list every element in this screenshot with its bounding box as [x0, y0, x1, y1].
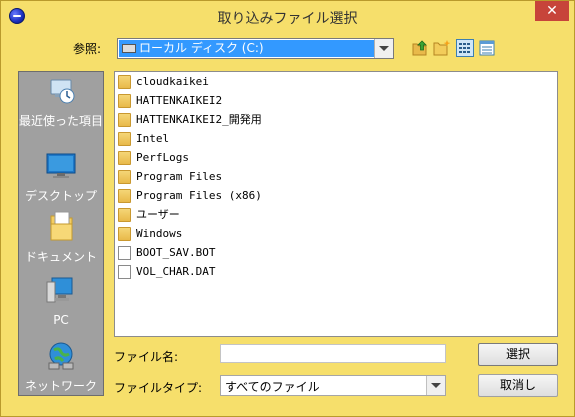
- file-name: Program Files (x86): [136, 189, 262, 202]
- place-pc[interactable]: PC: [19, 275, 103, 328]
- lookin-value: ローカル ディスク (C:): [139, 41, 264, 55]
- folder-icon: [118, 208, 131, 222]
- file-icon: [118, 265, 131, 279]
- network-icon: [19, 339, 103, 375]
- place-label: デスクトップ: [24, 189, 97, 203]
- place-recent[interactable]: 最近使った項目: [19, 76, 103, 129]
- place-documents[interactable]: ドキュメント: [19, 210, 103, 265]
- documents-icon: [19, 210, 103, 246]
- recent-places-icon: [19, 76, 103, 110]
- file-name: ユーザー: [136, 208, 180, 221]
- filetype-label: ファイルタイプ:: [114, 381, 203, 395]
- lookin-dropdown-arrow[interactable]: [374, 39, 393, 58]
- filename-label: ファイル名:: [114, 350, 179, 364]
- filetype-dropdown-arrow[interactable]: [426, 376, 445, 395]
- folder-icon: [118, 132, 131, 146]
- lookin-selected: ローカル ディスク (C:): [119, 40, 374, 57]
- file-name: Program Files: [136, 170, 223, 183]
- computer-icon: [19, 275, 103, 309]
- place-label: PC: [53, 313, 69, 327]
- filename-input[interactable]: [220, 344, 446, 363]
- folder-icon: [118, 113, 131, 127]
- file-name: BOOT_SAV.BOT: [136, 246, 216, 259]
- details-view-icon[interactable]: [478, 39, 496, 57]
- place-label: ネットワーク: [24, 379, 97, 393]
- file-dialog-window: 取り込みファイル選択 ✕ 参照: ローカル ディスク (C:) 最近使った項目 …: [0, 0, 575, 417]
- folder-icon: [118, 189, 131, 203]
- new-folder-icon[interactable]: [433, 39, 451, 57]
- places-bar: 最近使った項目 デスクトップ ドキュメント PC ネットワーク: [18, 71, 104, 396]
- up-folder-icon[interactable]: [411, 39, 429, 57]
- file-name: VOL_CHAR.DAT: [136, 265, 216, 278]
- folder-icon: [118, 170, 131, 184]
- folder-icon: [118, 227, 131, 241]
- file-name: Intel: [136, 132, 170, 145]
- lookin-label: 参照:: [73, 42, 102, 56]
- open-button[interactable]: 選択: [478, 343, 558, 366]
- file-list[interactable]: cloudkaikei HATTENKAIKEI2 HATTENKAIKEI2_…: [114, 71, 558, 337]
- title-bar[interactable]: 取り込みファイル選択 ✕: [1, 1, 574, 32]
- file-name: Windows: [136, 227, 183, 240]
- place-desktop[interactable]: デスクトップ: [19, 151, 103, 204]
- chevron-down-icon: [431, 383, 441, 388]
- close-icon: ✕: [546, 3, 558, 19]
- place-network[interactable]: ネットワーク: [19, 339, 103, 394]
- file-name: PerfLogs: [136, 151, 189, 164]
- folder-icon: [118, 151, 131, 165]
- close-button[interactable]: ✕: [535, 1, 569, 21]
- folder-icon: [118, 94, 131, 108]
- place-label: ドキュメント: [24, 250, 97, 264]
- file-icon: [118, 246, 131, 260]
- lookin-dropdown[interactable]: ローカル ディスク (C:): [117, 38, 394, 59]
- file-name: HATTENKAIKEI2: [136, 94, 223, 107]
- folder-icon: [118, 75, 131, 89]
- chevron-down-icon: [379, 46, 389, 51]
- place-label: 最近使った項目: [19, 114, 104, 128]
- filetype-dropdown[interactable]: すべてのファイル: [220, 375, 446, 396]
- window-title: 取り込みファイル選択: [217, 11, 358, 27]
- desktop-icon: [19, 151, 103, 185]
- cancel-button[interactable]: 取消し: [478, 374, 558, 397]
- file-name: cloudkaikei: [136, 75, 209, 88]
- filetype-value: すべてのファイル: [225, 380, 320, 394]
- list-view-icon[interactable]: [456, 39, 474, 57]
- drive-icon: [122, 44, 136, 53]
- file-name: HATTENKAIKEI2_開発用: [136, 113, 262, 126]
